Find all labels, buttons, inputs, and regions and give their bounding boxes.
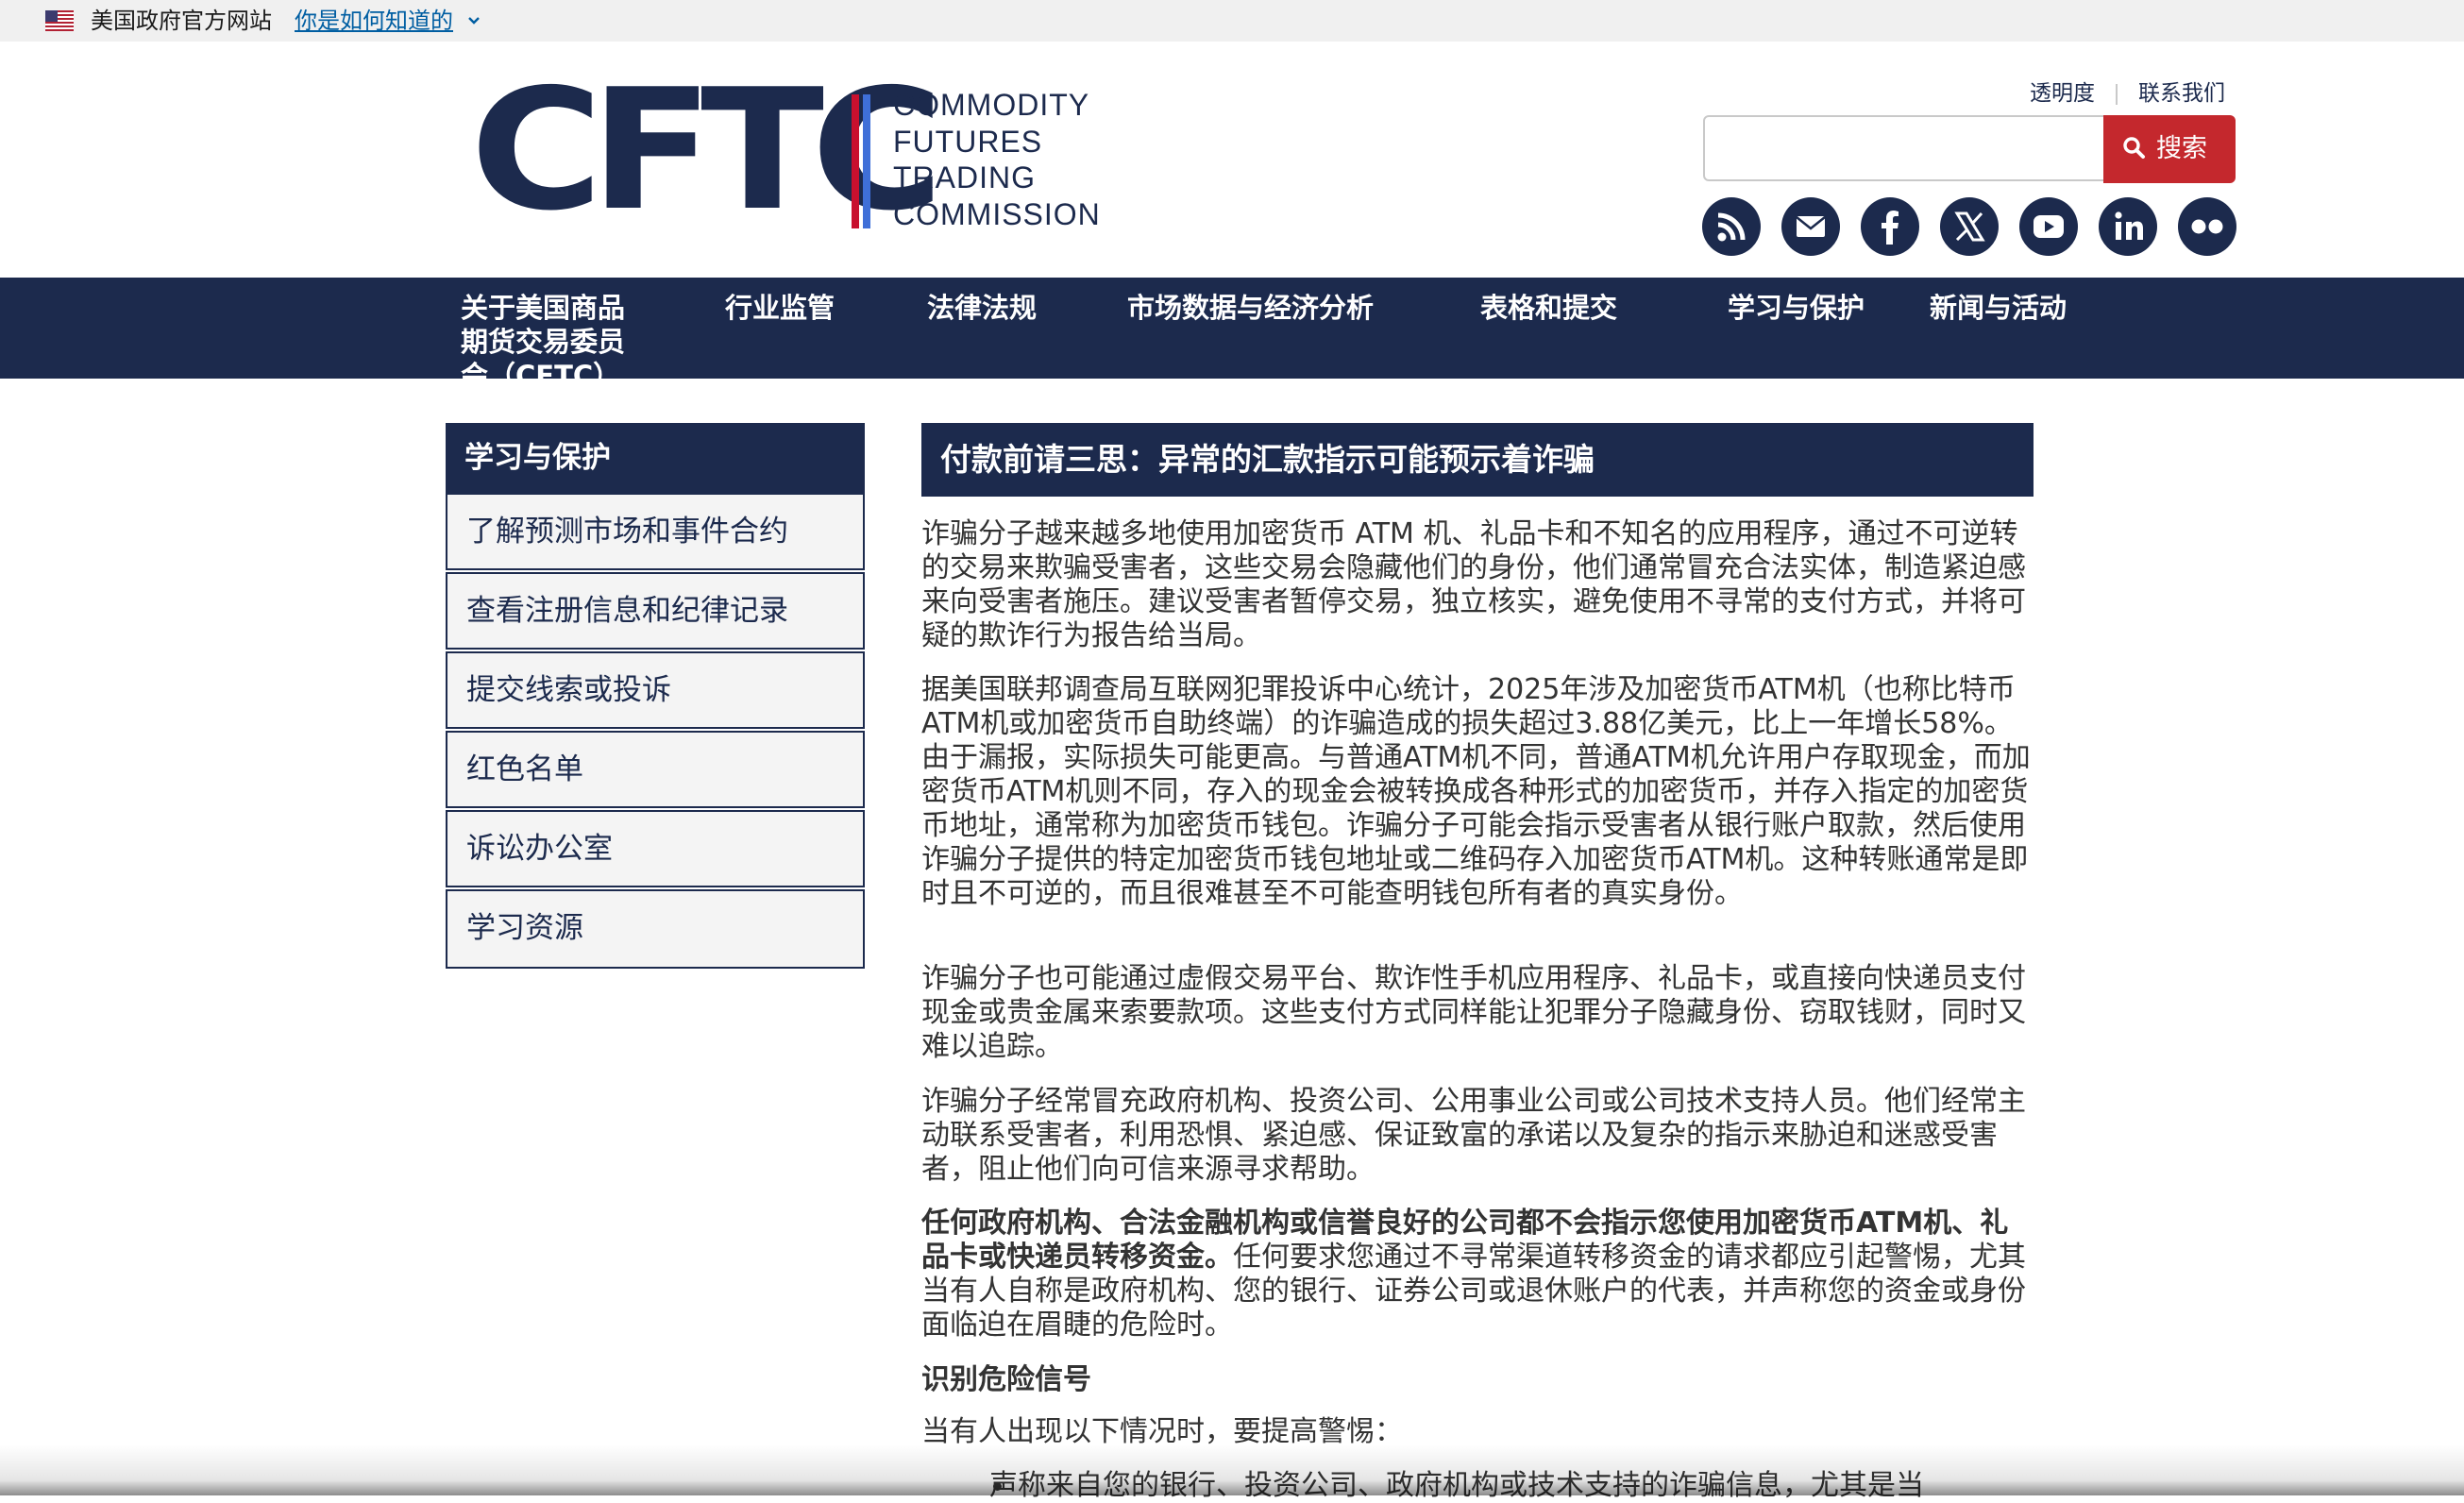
flickr-icon[interactable] <box>2178 197 2236 256</box>
sidebar-item-registration[interactable]: 查看注册信息和纪律记录 <box>446 572 865 650</box>
sidebar-item-submit-tip[interactable]: 提交线索或投诉 <box>446 651 865 729</box>
nav-item-learn-protect[interactable]: 学习与保护 <box>1728 291 1935 325</box>
search-button-label: 搜索 <box>2156 134 2207 163</box>
cftc-logo[interactable]: CFTC COMMODITY FUTURES TRADING COMMISSIO… <box>470 67 1100 234</box>
sidebar-item-prediction-markets[interactable]: 了解预测市场和事件合约 <box>446 493 865 570</box>
how-you-know-link[interactable]: 你是如何知道的 <box>295 6 453 36</box>
logo-line: TRADING <box>893 160 1036 194</box>
logo-line: COMMODITY <box>893 88 1090 122</box>
gov-banner: 美国政府官方网站 你是如何知道的 <box>0 0 2464 42</box>
logo-red-bar <box>852 94 859 228</box>
nav-item-market-data[interactable]: 市场数据与经济分析 <box>1127 291 1380 325</box>
nav-item-laws-regulations[interactable]: 法律法规 <box>927 291 1116 325</box>
facebook-icon[interactable] <box>1861 197 1919 256</box>
sidebar-item-red-list[interactable]: 红色名单 <box>446 731 865 808</box>
logo-acronym: CFTC <box>470 54 944 248</box>
email-icon[interactable] <box>1781 197 1840 256</box>
paragraph: 诈骗分子越来越多地使用加密货币 ATM 机、礼品卡和不知名的应用程序，通过不可逆… <box>921 517 2026 652</box>
main-nav: 关于美国商品期货交易委员会（CFTC） 行业监管 法律法规 市场数据与经济分析 … <box>0 278 2464 379</box>
page-title: 付款前请三思：异常的汇款指示可能预示着诈骗 <box>921 423 2034 497</box>
gov-banner-text: 美国政府官方网站 <box>91 8 272 34</box>
list-item: 声称来自您的银行、投资公司、政府机构或技术支持的诈骗信息，尤其是当 <box>989 1469 1924 1502</box>
search-input[interactable] <box>1703 115 2105 181</box>
us-flag-icon <box>45 10 74 31</box>
nav-item-about[interactable]: 关于美国商品期货交易委员会（CFTC） <box>461 291 650 379</box>
rss-icon[interactable] <box>1702 197 1761 256</box>
linkedin-icon[interactable] <box>2099 197 2157 256</box>
sidebar-item-learning-resources[interactable]: 学习资源 <box>446 889 865 969</box>
search-icon <box>2123 137 2145 159</box>
search-button[interactable]: 搜索 <box>2103 115 2236 183</box>
paragraph: 诈骗分子也可能通过虚假交易平台、欺诈性手机应用程序、礼品卡，或直接向快递员支付现… <box>921 962 2026 1063</box>
paragraph: 据美国联邦调查局互联网犯罪投诉中心统计，2025年涉及加密货币ATM机（也称比特… <box>921 673 2031 910</box>
divider <box>2116 83 2118 105</box>
utility-links: 透明度 联系我们 <box>2030 79 2225 108</box>
section-heading: 识别危险信号 <box>921 1363 1091 1396</box>
logo-line: COMMISSION <box>893 196 1101 231</box>
sidebar-title: 学习与保护 <box>446 423 865 493</box>
logo-line: FUTURES <box>893 124 1043 159</box>
nav-item-news-events[interactable]: 新闻与活动 <box>1930 291 2137 325</box>
sidebar-item-litigation-office[interactable]: 诉讼办公室 <box>446 810 865 887</box>
logo-wordmark: COMMODITY FUTURES TRADING COMMISSION <box>893 87 1101 232</box>
logo-blue-bar <box>863 94 870 228</box>
contact-link[interactable]: 联系我们 <box>2138 81 2225 106</box>
x-icon[interactable] <box>1940 197 1999 256</box>
chevron-down-icon[interactable] <box>464 11 483 30</box>
paragraph: 当有人出现以下情况时，要提高警惕： <box>921 1415 1403 1448</box>
nav-item-industry-oversight[interactable]: 行业监管 <box>725 291 914 325</box>
nav-item-forms-submissions[interactable]: 表格和提交 <box>1480 291 1707 325</box>
warning-paragraph: 任何政府机构、合法金融机构或信誉良好的公司都不会指示您使用加密货币ATM机、礼品… <box>921 1207 2034 1343</box>
youtube-icon[interactable] <box>2019 197 2078 256</box>
transparency-link[interactable]: 透明度 <box>2030 81 2095 106</box>
paragraph: 诈骗分子经常冒充政府机构、投资公司、公用事业公司或公司技术支持人员。他们经常主动… <box>921 1085 2026 1186</box>
